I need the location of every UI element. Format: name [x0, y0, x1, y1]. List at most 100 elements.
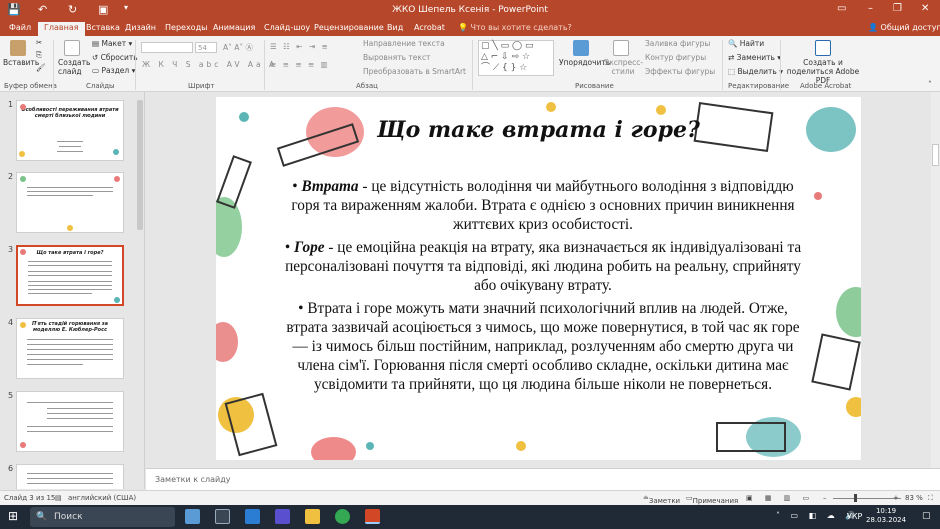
comments-toggle[interactable]: ▭ Примечания — [686, 494, 738, 505]
collapse-ribbon-icon[interactable]: ˄ — [928, 80, 932, 89]
tab-slideshow[interactable]: Слайд-шоу — [264, 23, 310, 32]
view-buttons[interactable]: ▣ ▦ ▥ ▭ — [746, 494, 814, 502]
select-button[interactable]: ⬚ Выделить ▾ — [728, 67, 783, 76]
thumbnail-slide-3[interactable]: Що таке втрата і горе? — [16, 245, 124, 306]
copy-icon[interactable]: ⎘ — [36, 50, 42, 60]
divider — [722, 40, 723, 90]
layout-label: Макет — [101, 39, 127, 48]
thumbnail-slide-2[interactable] — [16, 172, 124, 233]
fit-slide-icon[interactable]: ⛶ — [928, 494, 933, 503]
find-button[interactable]: 🔍 Найти — [728, 39, 764, 48]
section-button[interactable]: ▭ Раздел ▾ — [92, 66, 135, 75]
shape-effects-button[interactable]: Эффекты фигуры — [645, 67, 715, 76]
teams-icon[interactable] — [275, 509, 290, 524]
thumbnail-slide-4[interactable]: П'ять стадій горювання за моделлю Е. Кюб… — [16, 318, 124, 379]
format-painter-icon[interactable]: 🖌 — [36, 63, 46, 72]
font-name-box[interactable] — [141, 42, 193, 53]
restore-icon[interactable]: ❐ — [893, 3, 902, 14]
taskbar-search[interactable]: 🔍 Поиск — [30, 507, 175, 527]
close-icon[interactable]: ✕ — [921, 3, 929, 14]
cut-icon[interactable]: ✂ — [36, 38, 42, 47]
group-clipboard: Буфер обмена — [4, 82, 57, 90]
smartart-button[interactable]: Преобразовать в SmartArt — [363, 67, 466, 76]
chrome-icon[interactable] — [335, 509, 350, 524]
notifications-icon[interactable]: ▢ — [922, 511, 931, 521]
settings-icon[interactable] — [215, 509, 230, 524]
tab-review[interactable]: Рецензирование — [314, 23, 384, 32]
zoom-slider[interactable] — [833, 498, 901, 499]
tab-home[interactable]: Главная — [38, 22, 85, 36]
editor-scrollbar[interactable] — [931, 92, 940, 468]
mail-icon[interactable] — [245, 509, 260, 524]
notes-pane[interactable]: Заметки к слайду — [146, 468, 940, 490]
shape-fill-button[interactable]: Заливка фигуры — [645, 39, 710, 48]
windows-start-icon[interactable]: ⊞ — [8, 509, 18, 523]
term-grief: Горе — [294, 239, 325, 256]
quick-styles-button[interactable]: Экспресс-стили — [604, 58, 643, 76]
tab-acrobat[interactable]: Acrobat — [414, 23, 445, 32]
file-explorer-icon[interactable] — [305, 509, 320, 524]
tab-insert[interactable]: Вставка — [86, 23, 120, 32]
powerpoint-icon[interactable] — [365, 509, 380, 524]
thumbnail-slide-6[interactable] — [16, 464, 124, 489]
zoom-in-icon[interactable]: + — [893, 494, 899, 502]
arrange-icon[interactable] — [573, 40, 589, 56]
tab-view[interactable]: Вид — [387, 23, 403, 32]
zoom-out-icon[interactable]: – — [823, 494, 827, 502]
reset-button[interactable]: ↺ Сбросить — [92, 53, 138, 62]
clock-date: 28.03.2024 — [866, 516, 907, 524]
zoom-slider-handle[interactable] — [854, 494, 857, 502]
spellcheck-icon[interactable]: ▤ — [55, 494, 62, 502]
replace-button[interactable]: ⇄ Заменить ▾ — [728, 53, 781, 62]
deco-dot — [366, 442, 374, 450]
thumb-line — [27, 187, 113, 188]
clock-time: 10:19 — [875, 507, 897, 515]
deco-dot — [19, 151, 25, 157]
thumbnail-slide-5[interactable] — [16, 391, 124, 452]
slide-title[interactable]: Що таке втрата і горе? — [216, 117, 861, 143]
scrollbar-thumb[interactable] — [932, 144, 939, 166]
language-indicator[interactable]: английский (США) — [68, 494, 136, 502]
align-icons[interactable]: ≡ ≡ ≡ ≡ ▥ — [270, 60, 330, 69]
slide-body-text[interactable]: • Втрата - це відсутність володіння чи м… — [278, 177, 808, 398]
input-language[interactable]: УКР — [847, 512, 862, 521]
font-size-box[interactable]: 54 — [195, 42, 217, 53]
paste-icon[interactable] — [10, 40, 26, 56]
ribbon-display-icon[interactable]: ▭ — [837, 3, 846, 14]
notes-toggle[interactable]: ≐ Заметки — [643, 494, 680, 505]
shape-outline-button[interactable]: Контур фигуры — [645, 53, 706, 62]
quick-styles-icon[interactable] — [613, 40, 629, 56]
create-pdf-icon[interactable] — [815, 40, 831, 56]
font-size-grow-icon[interactable]: A˄ A˅ Ⓐ — [223, 42, 253, 53]
thumbnail-slide-1[interactable]: Особливості переживання втрати смерті бл… — [16, 100, 124, 161]
create-pdf-button[interactable]: Создать и поделиться Adobe PDF — [784, 58, 862, 85]
taskbar-clock[interactable]: 10:19 28.03.2024 — [866, 507, 906, 525]
thumbnails-scrollbar[interactable] — [137, 100, 143, 230]
widget-icon[interactable] — [185, 509, 200, 524]
shapes-gallery[interactable]: ▢ ╲ ▭ ◯ ▭ △ ⌐ ⇩ ⇨ ☆ ⌒ ⟋ { } ☆ — [478, 40, 554, 76]
thumb-line — [27, 354, 113, 355]
minimize-icon[interactable]: – — [868, 3, 873, 14]
tab-design[interactable]: Дизайн — [125, 23, 156, 32]
deco-dot — [656, 105, 666, 115]
arrange-button[interactable]: Упорядочить — [559, 58, 610, 67]
layout-button[interactable]: ▤ Макет ▾ — [92, 39, 132, 48]
new-slide-icon[interactable] — [64, 40, 80, 56]
thumb-line — [28, 281, 112, 282]
new-slide-button[interactable]: Создать слайд — [58, 58, 90, 76]
text-direction-button[interactable]: Направление текста — [363, 39, 445, 48]
current-slide[interactable]: Що таке втрата і горе? • Втрата - це від… — [216, 97, 861, 460]
list-icons[interactable]: ☰ ☷ ⇤ ⇥ ≡ — [270, 42, 330, 51]
paste-button[interactable]: Вставить — [3, 58, 39, 67]
tab-animations[interactable]: Анимация — [213, 23, 255, 32]
align-text-button[interactable]: Выровнять текст — [363, 53, 430, 62]
share-button[interactable]: 👤 Общий доступ — [868, 23, 940, 32]
deco-book-icon — [811, 333, 861, 391]
font-format-icons[interactable]: Ж К Ч S abc AV Aa A — [142, 60, 277, 69]
tell-me-search[interactable]: 💡 Что вы хотите сделать? — [458, 23, 572, 32]
tab-file[interactable]: Файл — [9, 23, 31, 32]
tab-transitions[interactable]: Переходы — [165, 23, 207, 32]
zoom-level[interactable]: 83 % — [905, 494, 923, 502]
comments-toggle-label: Примечания — [692, 497, 739, 505]
thumbnail-title: П'ять стадій горювання за моделлю Е. Кюб… — [31, 321, 109, 333]
